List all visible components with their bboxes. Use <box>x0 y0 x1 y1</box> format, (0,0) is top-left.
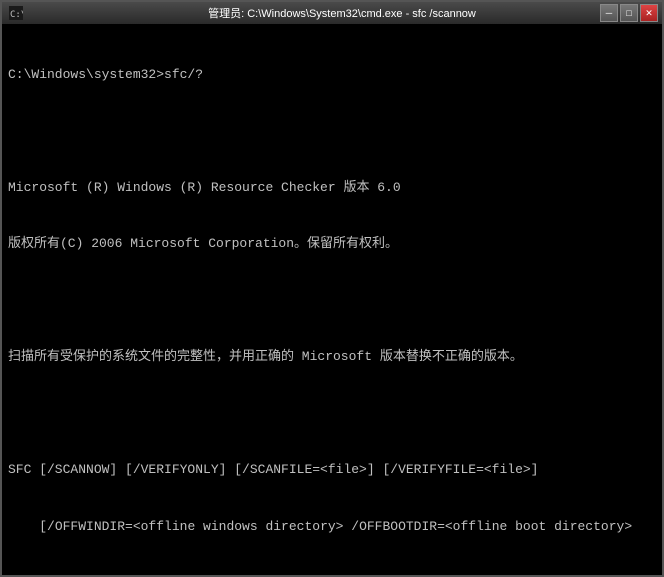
close-button[interactable]: ✕ <box>640 4 658 22</box>
usage-line-1: SFC [/SCANNOW] [/VERIFYONLY] [/SCANFILE=… <box>8 461 656 480</box>
svg-text:C:\: C:\ <box>10 10 23 20</box>
blank-line-3 <box>8 405 656 424</box>
usage-line-2: [/OFFWINDIR=<offline windows directory> … <box>8 518 656 537</box>
console-body: C:\Windows\system32>sfc/? Microsoft (R) … <box>2 24 662 575</box>
title-bar-buttons: ─ □ ✕ <box>600 4 658 22</box>
usage-line-3: ] <box>8 574 656 575</box>
prompt-line-1: C:\Windows\system32>sfc/? <box>8 66 656 85</box>
title-bar: C:\ 管理员: C:\Windows\System32\cmd.exe - s… <box>2 2 662 24</box>
info-line-3: 扫描所有受保护的系统文件的完整性，并用正确的 Microsoft 版本替换不正确… <box>8 348 656 367</box>
title-bar-text: 管理员: C:\Windows\System32\cmd.exe - sfc /… <box>28 5 656 21</box>
info-line-1: Microsoft (R) Windows (R) Resource Check… <box>8 179 656 198</box>
blank-line-1 <box>8 122 656 141</box>
window: C:\ 管理员: C:\Windows\System32\cmd.exe - s… <box>0 0 664 577</box>
blank-line-2 <box>8 292 656 311</box>
info-line-2: 版权所有(C) 2006 Microsoft Corporation。保留所有权… <box>8 235 656 254</box>
cmd-icon: C:\ <box>8 5 24 21</box>
minimize-button[interactable]: ─ <box>600 4 618 22</box>
maximize-button[interactable]: □ <box>620 4 638 22</box>
